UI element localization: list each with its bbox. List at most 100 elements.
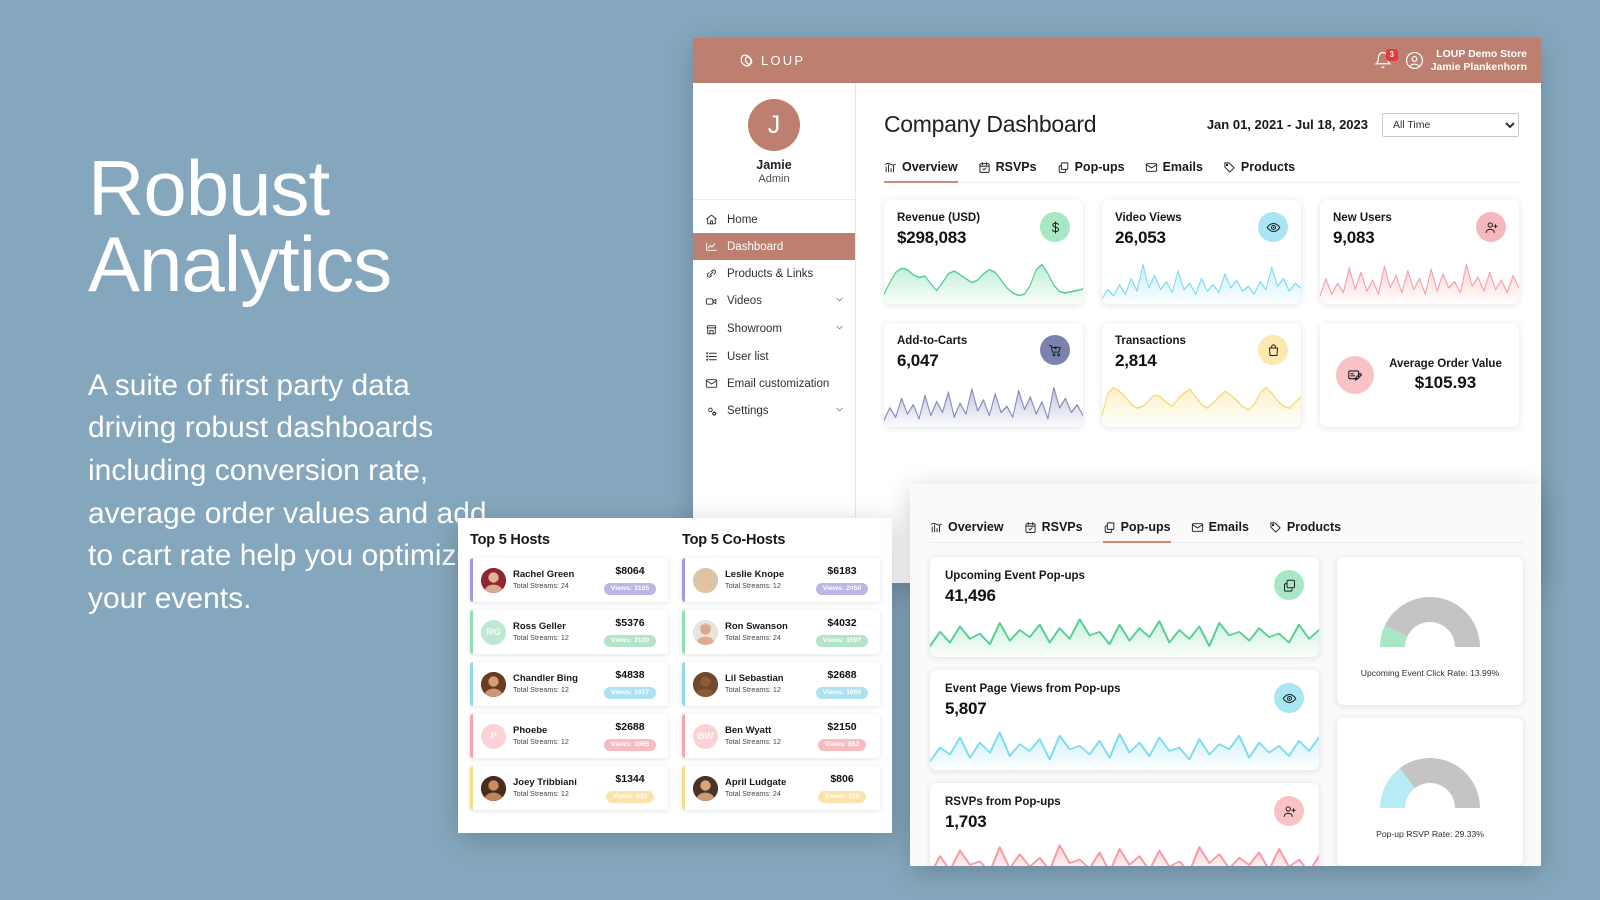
list-icon xyxy=(705,350,718,363)
popup-card-rsvps-from-pop-ups[interactable]: RSVPs from Pop-ups 1,703 xyxy=(930,783,1319,866)
host-list-item[interactable]: Ron Swanson Total Streams: 24 $4032 Views: … xyxy=(682,610,880,654)
views-badge: Views: 532 xyxy=(605,790,655,803)
brand-logo[interactable]: LOUP xyxy=(739,52,805,69)
host-streams: Total Streams: 12 xyxy=(513,633,569,643)
host-name: Ben Wyatt xyxy=(725,724,772,736)
sidebar-item-videos[interactable]: Videos xyxy=(693,287,855,315)
eye-icon xyxy=(1274,683,1304,713)
profile-role: Admin xyxy=(758,173,790,185)
popups-gauge-column: Upcoming Event Click Rate: 13.99% Pop-up … xyxy=(1337,557,1523,866)
brand-name: LOUP xyxy=(761,53,806,68)
chevron-down-icon[interactable] xyxy=(834,322,845,336)
sidebar-item-email-customization[interactable]: Email customization xyxy=(693,370,855,397)
host-list-item[interactable]: P Phoebe Total Streams: 12 $2688 Views: 1065 xyxy=(470,714,668,758)
user-menu[interactable]: LOUP Demo Store Jamie Plankenhorn xyxy=(1405,48,1527,73)
views-badge: Views: 1065 xyxy=(603,738,657,751)
host-streams: Total Streams: 24 xyxy=(725,633,781,643)
popup-card-upcoming-event-pop-ups[interactable]: Upcoming Event Pop-ups 41,496 xyxy=(930,557,1319,657)
tab-emails[interactable]: Emails xyxy=(1145,160,1203,183)
sidebar-item-label: Showroom xyxy=(727,323,782,335)
time-range-select[interactable]: All TimeLast 30 DaysLast 90 DaysThis Yea… xyxy=(1382,112,1519,137)
tab-pop-ups[interactable]: Pop-ups xyxy=(1057,160,1125,183)
views-badge: Views: 2130 xyxy=(603,634,657,647)
host-list-item[interactable]: Joey Tribbiani Total Streams: 12 $1344 View… xyxy=(470,766,668,810)
host-list-item[interactable]: Lil Sebastian Total Streams: 12 $2688 Views… xyxy=(682,662,880,706)
host-name: Chandler Bing xyxy=(513,672,578,684)
sidebar-item-dashboard[interactable]: Dashboard xyxy=(693,233,855,260)
kpi-label: Transactions xyxy=(1115,335,1186,347)
chevron-down-icon[interactable] xyxy=(834,294,845,308)
host-name: Joey Tribbiani xyxy=(513,776,577,788)
loup-logo-icon xyxy=(739,52,756,69)
tag-icon xyxy=(1223,161,1236,174)
host-list-item[interactable]: Rachel Green Total Streams: 24 $8064 Views:… xyxy=(470,558,668,602)
notifications-button[interactable]: 3 xyxy=(1373,48,1398,71)
bag-icon xyxy=(1258,335,1288,365)
mail-icon xyxy=(705,377,718,390)
avatar: RG xyxy=(481,619,506,645)
video-icon xyxy=(705,295,718,308)
sidebar: J Jamie Admin Home Dashboard Products & Li… xyxy=(693,83,856,583)
bar-chart-icon xyxy=(884,161,897,174)
avatar xyxy=(481,567,506,593)
popups-tab-products[interactable]: Products xyxy=(1269,520,1341,543)
sidebar-item-products-links[interactable]: Products & Links xyxy=(693,260,855,287)
gauge-card-1: Pop-up RSVP Rate: 29.33% xyxy=(1337,718,1523,866)
marketing-subcopy: A suite of first party data driving robu… xyxy=(88,368,487,615)
gauge-label: Upcoming Event Click Rate: 13.99% xyxy=(1360,667,1500,678)
avatar xyxy=(693,619,718,645)
kpi-label: Average Order Value xyxy=(1389,357,1502,370)
top-hosts-window: Top 5 Hosts Rachel Green Total Streams: 24… xyxy=(458,518,892,833)
sidebar-item-showroom[interactable]: Showroom xyxy=(693,315,855,343)
popups-metric-column: Upcoming Event Pop-ups 41,496 Event Page V… xyxy=(930,557,1319,866)
chevron-down-icon[interactable] xyxy=(834,404,845,418)
kpi-value: 6,047 xyxy=(897,351,939,370)
kpi-label: Video Views xyxy=(1115,212,1182,224)
tab-products[interactable]: Products xyxy=(1223,160,1295,183)
popups-tab-pop-ups[interactable]: Pop-ups xyxy=(1102,520,1171,543)
kpi-card-revenue-usd[interactable]: Revenue (USD) $298,083 xyxy=(884,200,1083,304)
tab-label: RSVPs xyxy=(995,160,1037,174)
views-badge: Views: 852 xyxy=(817,738,867,751)
host-list-item[interactable]: April Ludgate Total Streams: 24 $806 Views:… xyxy=(682,766,880,810)
avatar xyxy=(693,567,718,593)
popup-card-event-page-views-from-pop-ups[interactable]: Event Page Views from Pop-ups 5,807 xyxy=(930,670,1319,770)
kpi-value: 2,814 xyxy=(1115,351,1157,370)
envelope-icon xyxy=(1191,521,1204,534)
popups-tab-emails[interactable]: Emails xyxy=(1191,520,1249,543)
sidebar-item-settings[interactable]: Settings xyxy=(693,397,855,425)
host-amount: $5376 xyxy=(615,617,645,629)
host-name: Rachel Green xyxy=(513,568,575,580)
host-list-item[interactable]: Chandler Bing Total Streams: 12 $4838 Views… xyxy=(470,662,668,706)
popups-tab-rsvps[interactable]: RSVPs xyxy=(1024,520,1083,543)
tab-label: Pop-ups xyxy=(1120,520,1171,534)
sidebar-item-label: Videos xyxy=(727,295,762,307)
tab-rsvps[interactable]: RSVPs xyxy=(978,160,1037,183)
host-list-item[interactable]: BW Ben Wyatt Total Streams: 12 $2150 Views: … xyxy=(682,714,880,758)
tab-overview[interactable]: Overview xyxy=(884,160,958,183)
date-range-label: Jan 01, 2021 - Jul 18, 2023 xyxy=(1206,117,1368,132)
sidebar-item-label: User list xyxy=(727,350,769,363)
tab-label: Emails xyxy=(1208,520,1249,534)
sidebar-item-home[interactable]: Home xyxy=(693,206,855,233)
kpi-label: Add-to-Carts xyxy=(897,335,968,347)
kpi-card-video-views[interactable]: Video Views 26,053 xyxy=(1102,200,1301,304)
sidebar-item-user-list[interactable]: User list xyxy=(693,343,855,370)
app-topbar: LOUP 3 LOUP Demo Store Jamie Plankenhorn xyxy=(693,38,1541,83)
kpi-card-transactions[interactable]: Transactions 2,814 xyxy=(1102,323,1301,427)
views-badge: Views: 1065 xyxy=(815,686,869,699)
link-icon xyxy=(705,267,718,280)
popups-tab-overview[interactable]: Overview xyxy=(930,520,1004,543)
kpi-card-add-to-carts[interactable]: Add-to-Carts 6,047 xyxy=(884,323,1083,427)
host-name: Phoebe xyxy=(513,724,548,736)
host-list-item[interactable]: RG Ross Geller Total Streams: 12 $5376 Views… xyxy=(470,610,668,654)
kpi-grid: Revenue (USD) $298,083 Video Views 26,053 Ne… xyxy=(884,200,1519,427)
kpi-card-new-users[interactable]: New Users 9,083 xyxy=(1320,200,1519,304)
tab-label: Products xyxy=(1286,520,1342,534)
notification-badge: 3 xyxy=(1385,48,1398,61)
sidebar-item-label: Email customization xyxy=(727,377,830,390)
sidebar-item-label: Dashboard xyxy=(727,240,784,253)
avatar xyxy=(481,775,506,801)
kpi-card-average-order-value[interactable]: Average Order Value $105.93 xyxy=(1320,323,1519,427)
host-list-item[interactable]: Leslie Knope Total Streams: 12 $6183 Views:… xyxy=(682,558,880,602)
